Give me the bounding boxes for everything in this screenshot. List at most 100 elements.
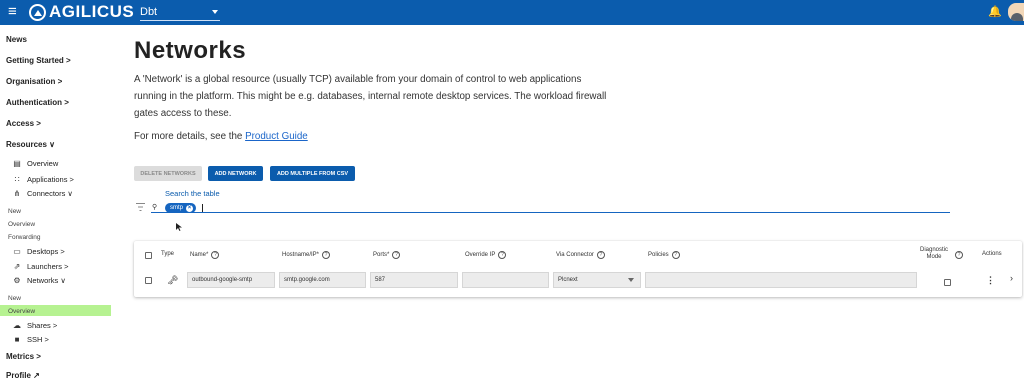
sidebar-item-news[interactable]: News	[6, 35, 27, 44]
sidebar-item-overview[interactable]: ▤ Overview	[13, 159, 58, 168]
sidebar: News Getting Started > Organisation > Au…	[0, 25, 111, 380]
sidebar-item-launchers-label: Launchers >	[27, 262, 69, 271]
sidebar-item-profile[interactable]: Profile ↗	[6, 371, 40, 380]
sidebar-item-launchers[interactable]: ⇗ Launchers >	[14, 262, 69, 271]
sidebar-item-resources[interactable]: Resources ∨	[6, 140, 55, 149]
bell-icon[interactable]: 🔔	[988, 5, 1002, 18]
ports-field[interactable]: 587	[370, 272, 458, 288]
hostname-field[interactable]: smtp.google.com	[279, 272, 366, 288]
sidebar-item-desktops[interactable]: ▭ Desktops >	[13, 247, 65, 256]
select-all-checkbox[interactable]	[145, 252, 152, 259]
diagnostic-mode-checkbox[interactable]	[944, 279, 951, 286]
help-icon[interactable]: ?	[671, 251, 680, 259]
column-header-name-label: Name*	[190, 252, 209, 258]
sidebar-item-shares[interactable]: ☁ Shares >	[13, 321, 58, 330]
search-label: Search the table	[165, 189, 220, 198]
network-icon: ⚙	[13, 276, 21, 285]
details-prefix: For more details, see the	[134, 131, 246, 142]
mouse-pointer-icon	[176, 223, 182, 231]
override-ip-field[interactable]	[462, 272, 549, 288]
top-app-bar: ≡ AGILICUS Dbt 🔔	[0, 0, 1024, 25]
column-header-override-ip: Override IP?	[465, 251, 507, 259]
details-text: For more details, see the Product Guide	[134, 131, 308, 142]
sidebar-item-applications[interactable]: ∷ Applications >	[14, 175, 74, 184]
help-icon[interactable]: ?	[211, 251, 220, 259]
sidebar-item-connectors-overview[interactable]: Overview	[8, 221, 35, 228]
help-icon[interactable]: ?	[498, 251, 507, 259]
column-header-type: Type	[161, 251, 174, 257]
sidebar-item-access[interactable]: Access >	[6, 119, 41, 128]
sidebar-item-networks-label: Networks ∨	[27, 276, 66, 285]
search-chip-label: smtp	[170, 205, 184, 211]
sidebar-item-connectors-new[interactable]: New	[8, 208, 21, 215]
row-select-checkbox[interactable]	[145, 277, 152, 284]
networks-table: Type Name*? Hostname/IP*? Ports*? Overri…	[134, 241, 1022, 297]
page-title: Networks	[134, 37, 247, 64]
agilicus-logo[interactable]: AGILICUS	[29, 2, 134, 22]
lock-icon: ■	[14, 335, 20, 344]
chip-remove-icon[interactable]: ×	[186, 204, 194, 212]
delete-networks-button[interactable]: DELETE NETWORKS	[134, 166, 202, 181]
add-multiple-from-csv-button[interactable]: ADD MULTIPLE FROM CSV	[270, 166, 355, 181]
add-network-button[interactable]: ADD NETWORK	[208, 166, 263, 181]
sidebar-item-authentication[interactable]: Authentication >	[6, 98, 69, 107]
organisation-select[interactable]: Dbt	[140, 3, 220, 21]
sidebar-item-organisation[interactable]: Organisation >	[6, 77, 62, 86]
chevron-down-icon	[212, 9, 218, 14]
search-icon: ⚲	[152, 204, 158, 211]
apps-grid-icon: ∷	[14, 175, 20, 184]
help-icon[interactable]: ?	[955, 251, 963, 259]
product-guide-link[interactable]: Product Guide	[245, 131, 308, 142]
key-icon: 🗝	[167, 275, 179, 285]
column-header-diagnostic-label: Diagnostic	[920, 247, 949, 253]
sidebar-item-networks-new[interactable]: New	[8, 295, 21, 302]
filter-icon[interactable]	[136, 203, 145, 211]
column-header-policies-label: Policies	[648, 252, 669, 258]
sidebar-item-connectors-forwarding[interactable]: Forwarding	[8, 234, 41, 241]
policies-field[interactable]	[645, 272, 917, 288]
search-underline	[151, 212, 950, 213]
sidebar-item-connectors[interactable]: ⋔ Connectors ∨	[14, 189, 73, 198]
column-header-diagnostic-mode: Diagnostic Mode	[920, 247, 948, 260]
column-header-override-ip-label: Override IP	[465, 252, 496, 258]
document-icon: ▤	[13, 159, 21, 168]
sidebar-item-networks[interactable]: ⚙ Networks ∨	[13, 276, 66, 285]
sidebar-item-ssh[interactable]: ■ SSH >	[15, 335, 49, 344]
help-icon[interactable]: ?	[596, 251, 605, 259]
sidebar-item-desktops-label: Desktops >	[27, 247, 65, 256]
sidebar-item-applications-label: Applications >	[27, 175, 74, 184]
column-header-via-connector-label: Via Connector	[556, 252, 594, 258]
column-header-hostname-label: Hostname/IP*	[282, 252, 320, 258]
connector-icon: ⋔	[13, 189, 21, 198]
column-header-ports: Ports*?	[373, 251, 401, 259]
avatar[interactable]	[1008, 3, 1024, 21]
sidebar-item-shares-label: Shares >	[27, 321, 58, 330]
hamburger-icon[interactable]: ≡	[8, 4, 17, 20]
brand-name: AGILICUS	[49, 2, 135, 21]
chevron-right-icon[interactable]: ›	[1010, 273, 1013, 283]
column-header-name: Name*?	[190, 251, 220, 259]
cloud-icon: ☁	[13, 321, 21, 330]
page-description: A 'Network' is a global resource (usuall…	[134, 74, 607, 119]
column-header-hostname: Hostname/IP*?	[282, 251, 331, 259]
sidebar-item-networks-overview[interactable]: Overview	[8, 308, 35, 315]
sidebar-item-ssh-label: SSH >	[27, 335, 49, 344]
organisation-select-value: Dbt	[140, 5, 158, 18]
more-actions-icon[interactable]: ⋮	[986, 275, 995, 286]
column-header-actions: Actions	[982, 251, 1002, 257]
column-header-ports-label: Ports*	[373, 252, 390, 258]
via-connector-value: Plcnext	[558, 277, 578, 283]
sidebar-item-connectors-label: Connectors ∨	[27, 189, 73, 198]
sidebar-item-metrics[interactable]: Metrics >	[6, 352, 41, 361]
name-field[interactable]: outbound-google-smtp	[187, 272, 275, 288]
column-header-type-label: Type	[161, 251, 175, 257]
column-header-actions-label: Actions	[982, 251, 1002, 257]
launch-icon: ⇗	[13, 262, 21, 271]
via-connector-select[interactable]: Plcnext	[553, 272, 641, 288]
chevron-down-icon	[628, 278, 634, 282]
sidebar-item-getting-started[interactable]: Getting Started >	[6, 56, 71, 65]
help-icon[interactable]: ?	[392, 251, 401, 259]
column-header-policies: Policies?	[648, 251, 680, 259]
help-icon[interactable]: ?	[322, 251, 331, 259]
column-header-mode-label: Mode	[926, 254, 942, 260]
